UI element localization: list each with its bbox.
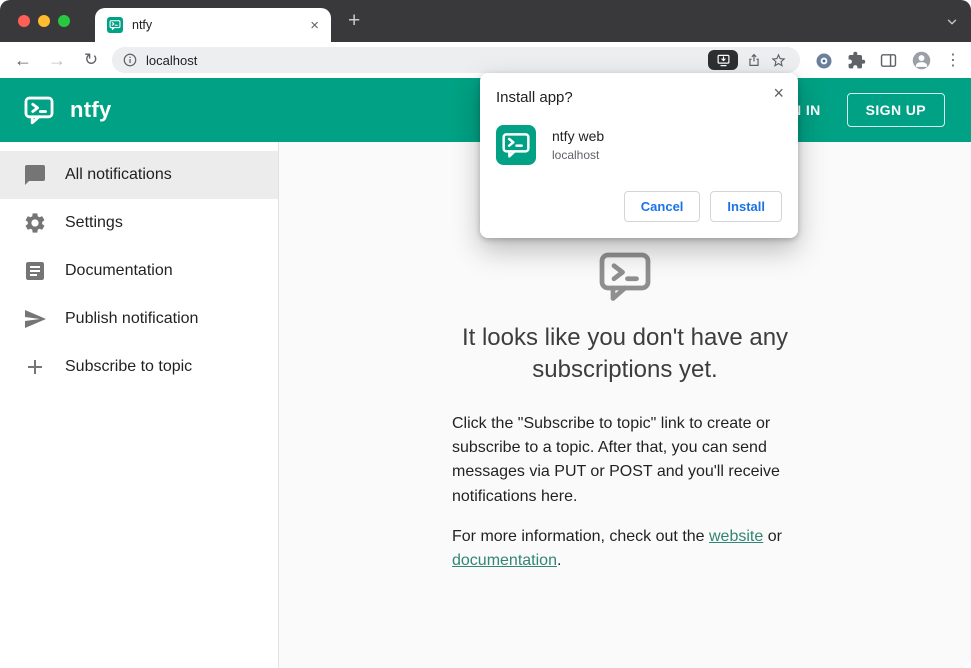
dialog-app-row: ntfy web localhost: [496, 125, 782, 165]
tab-close-button[interactable]: ×: [308, 17, 321, 34]
address-text: localhost: [146, 52, 198, 68]
sidebar-item-settings[interactable]: Settings: [0, 199, 278, 247]
ntfy-favicon-icon: [107, 17, 123, 33]
sidebar-item-label: Publish notification: [65, 310, 199, 327]
bookmark-star-button[interactable]: [770, 52, 787, 69]
sidebar-item-label: Subscribe to topic: [65, 358, 193, 375]
browser-window: ntfy × + ← → ↻ localhost ⋮ ntfy IN SIGN …: [0, 0, 971, 668]
traffic-lights: [18, 15, 70, 27]
more-info-middle: or: [763, 528, 782, 546]
gear-icon: [25, 213, 45, 233]
sidebar-item-label: Documentation: [65, 262, 173, 279]
more-info-suffix: .: [556, 552, 562, 570]
website-link[interactable]: website: [709, 528, 763, 545]
empty-state-paragraph: Click the "Subscribe to topic" link to c…: [452, 414, 780, 505]
install-button[interactable]: Install: [710, 191, 782, 222]
browser-menu-button[interactable]: ⋮: [945, 51, 961, 71]
dialog-title: Install app?: [496, 89, 573, 106]
sidebar-item-all-notifications[interactable]: All notifications: [0, 151, 278, 199]
empty-state-more-info: For more information, check out the webs…: [452, 525, 798, 574]
back-button[interactable]: ←: [12, 49, 34, 71]
dialog-app-icon: [496, 125, 536, 165]
dialog-app-origin: localhost: [552, 148, 600, 162]
site-info-icon[interactable]: [122, 52, 138, 68]
tab-strip: ntfy × +: [0, 0, 971, 42]
chat-icon: [25, 165, 45, 185]
install-monitor-icon: [717, 54, 729, 66]
brand-title: ntfy: [70, 97, 112, 122]
documentation-link[interactable]: documentation: [452, 552, 557, 569]
ntfy-logo-icon: [24, 96, 54, 125]
send-icon: [25, 310, 46, 328]
sidebar-item-label: Settings: [65, 214, 123, 231]
plus-icon: [28, 360, 42, 374]
star-icon: [771, 52, 786, 67]
install-app-dialog: Install app? × ntfy web localhost Cancel…: [480, 73, 798, 238]
reload-button[interactable]: ↻: [80, 49, 102, 71]
dialog-app-name: ntfy web: [552, 128, 605, 144]
new-tab-button[interactable]: +: [348, 9, 360, 33]
sidebar-item-documentation[interactable]: Documentation: [0, 247, 278, 295]
install-app-button[interactable]: [708, 50, 738, 70]
dialog-actions: Cancel Install: [496, 191, 782, 222]
ntfy-empty-logo-icon: [599, 252, 651, 301]
toolbar-right-icons: ⋮: [814, 50, 961, 71]
more-info-prefix: For more information, check out the: [452, 528, 709, 546]
close-window-button[interactable]: [18, 15, 30, 27]
address-bar[interactable]: localhost: [112, 47, 800, 73]
sidebar-item-publish-notification[interactable]: Publish notification: [0, 295, 278, 343]
sidebar-item-label: All notifications: [65, 166, 172, 183]
dialog-close-button[interactable]: ×: [773, 83, 784, 103]
side-panel-icon[interactable]: [879, 51, 898, 70]
sidebar: All notifications Settings Documentation…: [0, 142, 279, 668]
zoom-window-button[interactable]: [58, 15, 70, 27]
share-button[interactable]: [746, 52, 762, 68]
extensions-puzzle-icon[interactable]: [847, 51, 866, 70]
extension-badge-icon[interactable]: [814, 51, 834, 71]
browser-tab-ntfy[interactable]: ntfy ×: [95, 8, 331, 42]
sign-up-button[interactable]: SIGN UP: [846, 93, 945, 127]
tab-title: ntfy: [132, 18, 153, 32]
forward-button[interactable]: →: [46, 49, 68, 71]
share-icon: [749, 53, 759, 66]
minimize-window-button[interactable]: [38, 15, 50, 27]
empty-state-heading: It looks like you don't have any subscri…: [461, 324, 789, 383]
sidebar-item-subscribe-to-topic[interactable]: Subscribe to topic: [0, 343, 278, 391]
article-icon: [26, 262, 44, 280]
profile-avatar[interactable]: [911, 50, 932, 71]
tab-search-chevron-icon[interactable]: [945, 15, 959, 29]
cancel-button[interactable]: Cancel: [623, 191, 701, 222]
